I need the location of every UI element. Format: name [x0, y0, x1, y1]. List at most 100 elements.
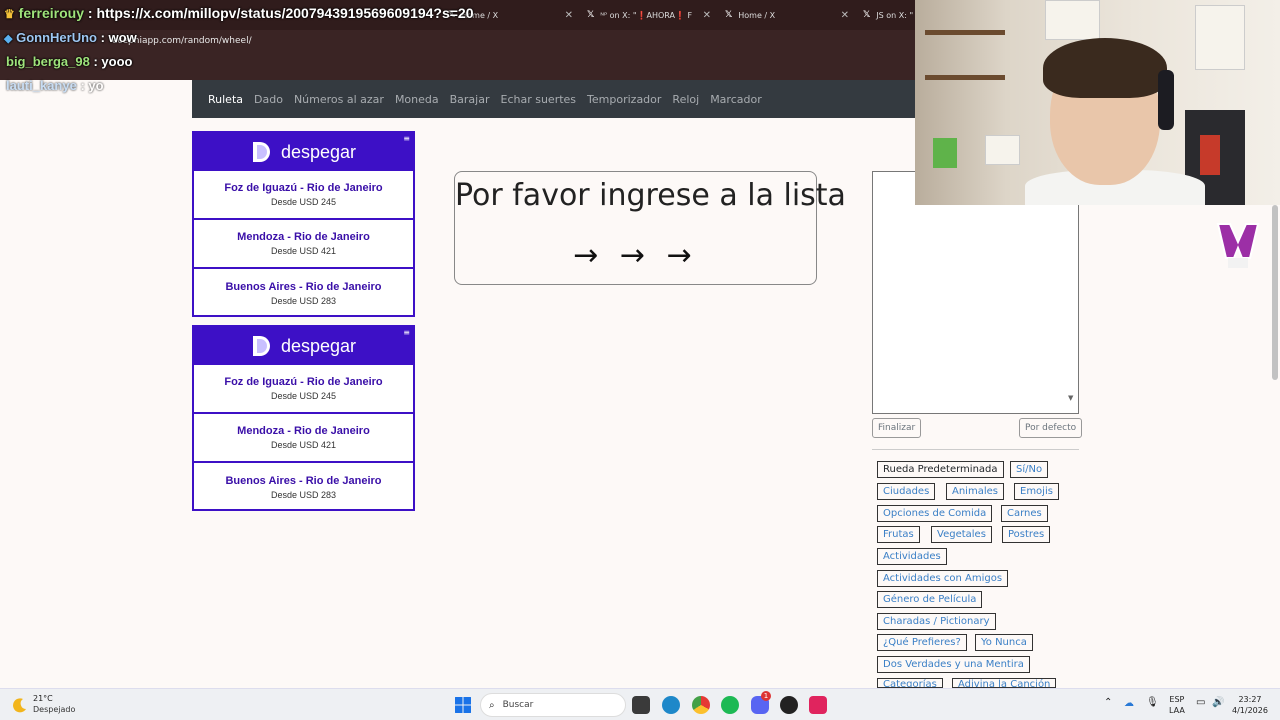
chat-username: ferreirouy — [18, 5, 85, 21]
windows-start-icon[interactable] — [454, 696, 472, 714]
tiktok-icon[interactable] — [809, 696, 827, 714]
preset-button[interactable]: Charadas / Pictionary — [877, 613, 996, 630]
microphone-icon[interactable]: 🎙 — [1146, 697, 1159, 708]
preset-button[interactable]: Dos Verdades y una Mentira — [877, 656, 1030, 673]
windows-taskbar: 21°C Despejado ⌕ Buscar 1 ⌃ ☁ 🎙 ESP LAA … — [0, 688, 1280, 720]
edge-icon[interactable] — [662, 696, 680, 714]
preset-button[interactable]: Emojis — [1014, 483, 1059, 500]
person-hair — [1043, 38, 1167, 98]
spotify-icon[interactable] — [721, 696, 739, 714]
route-offer[interactable]: Foz de Iguazú - Rio de Janeiro Desde USD… — [194, 365, 413, 414]
preset-button[interactable]: Adivina la Canción — [952, 678, 1057, 688]
route-offer[interactable]: Buenos Aires - Rio de Janeiro Desde USD … — [194, 463, 413, 512]
route-name: Mendoza - Rio de Janeiro — [237, 425, 370, 437]
taskbar-search[interactable]: ⌕ Buscar — [480, 693, 626, 717]
headset — [1158, 70, 1174, 130]
route-offer[interactable]: Mendoza - Rio de Janeiro Desde USD 421 — [194, 220, 413, 269]
clock[interactable]: 23:27 4/1/2026 — [1232, 694, 1268, 716]
despegar-logo-icon — [252, 336, 270, 356]
chat-text: : yo — [80, 78, 104, 93]
chat-text: : wow — [100, 30, 137, 45]
preset-button[interactable]: Vegetales — [931, 526, 992, 543]
address-bar[interactable]: ecephiapp.com/random/wheel/ — [0, 30, 915, 54]
ad-brand: despegar — [280, 141, 357, 162]
nav-moneda[interactable]: Moneda — [395, 93, 439, 106]
tab-title: JS on X: " — [876, 10, 914, 20]
webcam-feed — [915, 0, 1280, 205]
wheel-list-input[interactable] — [872, 171, 1079, 414]
chevron-up-icon[interactable]: ⌃ — [1104, 697, 1112, 708]
gaming-chair-accent — [1200, 135, 1220, 175]
clock-date: 4/1/2026 — [1232, 706, 1268, 715]
preset-button[interactable]: Rueda Predeterminada — [877, 461, 1004, 478]
chat-username: GonnHerUno — [16, 30, 97, 45]
route-price: Desde USD 245 — [270, 197, 337, 207]
nav-numeros[interactable]: Números al azar — [294, 93, 384, 106]
browser-tab[interactable]: 𝕏 JS on X: " — [863, 4, 915, 26]
volume-icon[interactable]: 🔊 — [1212, 697, 1224, 708]
preset-button[interactable]: Frutas — [877, 526, 920, 543]
shelf — [925, 30, 1005, 35]
preset-button[interactable]: Actividades con Amigos — [877, 570, 1009, 587]
divider — [872, 449, 1079, 450]
route-offer[interactable]: Foz de Iguazú - Rio de Janeiro Desde USD… — [194, 171, 413, 220]
obs-icon[interactable] — [780, 696, 798, 714]
chat-text: : yooo — [93, 54, 133, 69]
route-name: Mendoza - Rio de Janeiro — [237, 231, 370, 243]
bookmarks-bar — [0, 54, 915, 80]
route-name: Foz de Iguazú - Rio de Janeiro — [224, 376, 383, 388]
despegar-ad[interactable]: despegar ≡ Foz de Iguazú - Rio de Janeir… — [192, 131, 415, 317]
default-button[interactable]: Por defecto — [1019, 418, 1083, 438]
ad-menu-icon[interactable]: ≡ — [403, 328, 410, 337]
preset-button[interactable]: Carnes — [1001, 505, 1048, 522]
resize-handle-icon[interactable]: ▼ — [1068, 394, 1076, 410]
weather-description: Despejado — [33, 705, 76, 714]
tab-title: ᴺᴾ on X: "❗AHORA❗ F — [600, 10, 693, 20]
close-icon[interactable]: ✕ — [841, 10, 849, 21]
ad-brand: despegar — [280, 335, 357, 356]
close-icon[interactable]: ✕ — [703, 10, 711, 21]
language-indicator[interactable]: ESP LAA — [1169, 694, 1185, 716]
preset-button[interactable]: Animales — [946, 483, 1004, 500]
preset-button[interactable]: Postres — [1002, 526, 1051, 543]
nav-barajar[interactable]: Barajar — [450, 93, 490, 106]
preset-button[interactable]: Opciones de Comida — [877, 505, 993, 522]
nav-dado[interactable]: Dado — [254, 93, 283, 106]
task-view-icon[interactable] — [632, 696, 650, 714]
nav-reloj[interactable]: Reloj — [672, 93, 699, 106]
preset-button[interactable]: Ciudades — [877, 483, 936, 500]
preset-button[interactable]: Género de Película — [877, 591, 983, 608]
preset-button[interactable]: Sí/No — [1010, 461, 1049, 478]
nav-echar-suertes[interactable]: Echar suertes — [501, 93, 577, 106]
nav-marcador[interactable]: Marcador — [710, 93, 762, 106]
chrome-icon[interactable] — [692, 696, 710, 714]
clock-time: 23:27 — [1238, 695, 1262, 704]
keyboard-layout: LAA — [1169, 706, 1185, 715]
browser-tab[interactable]: 𝕏 Home / X ✕ — [725, 4, 849, 26]
finalize-button[interactable]: Finalizar — [872, 418, 922, 438]
x-logo-icon: 𝕏 — [587, 10, 595, 20]
discord-icon[interactable]: 1 — [751, 691, 771, 714]
preset-button[interactable]: Yo Nunca — [975, 634, 1033, 651]
despegar-logo-icon — [252, 142, 270, 162]
browser-tab[interactable]: 𝕏 ᴺᴾ on X: "❗AHORA❗ F ✕ — [587, 4, 711, 26]
wheel-panel[interactable]: Por favor ingrese a la lista → → → — [454, 171, 846, 285]
network-icon[interactable]: ▭ — [1196, 697, 1205, 708]
preset-button[interactable]: ¿Qué Prefieres? — [877, 634, 967, 651]
page-scrollbar[interactable] — [1272, 205, 1278, 380]
cloud-icon[interactable]: ☁ — [1124, 698, 1134, 709]
chat-message: ♛ ferreirouy : https://x.com/millopv/sta… — [4, 5, 474, 21]
arrow-right-icon: → → → — [573, 238, 698, 273]
preset-button[interactable]: Actividades — [877, 548, 947, 565]
route-offer[interactable]: Buenos Aires - Rio de Janeiro Desde USD … — [194, 269, 413, 318]
creeper-figure — [933, 138, 957, 168]
close-icon[interactable]: ✕ — [565, 10, 573, 21]
route-offer[interactable]: Mendoza - Rio de Janeiro Desde USD 421 — [194, 414, 413, 463]
ad-menu-icon[interactable]: ≡ — [403, 134, 410, 143]
language-code: ESP — [1169, 695, 1185, 704]
preset-button[interactable]: Categorías — [877, 678, 943, 688]
despegar-ad[interactable]: despegar ≡ Foz de Iguazú - Rio de Janeir… — [192, 325, 415, 511]
nav-ruleta[interactable]: Ruleta — [208, 93, 243, 106]
nav-temporizador[interactable]: Temporizador — [587, 93, 661, 106]
crown-icon: ♛ — [4, 7, 15, 21]
